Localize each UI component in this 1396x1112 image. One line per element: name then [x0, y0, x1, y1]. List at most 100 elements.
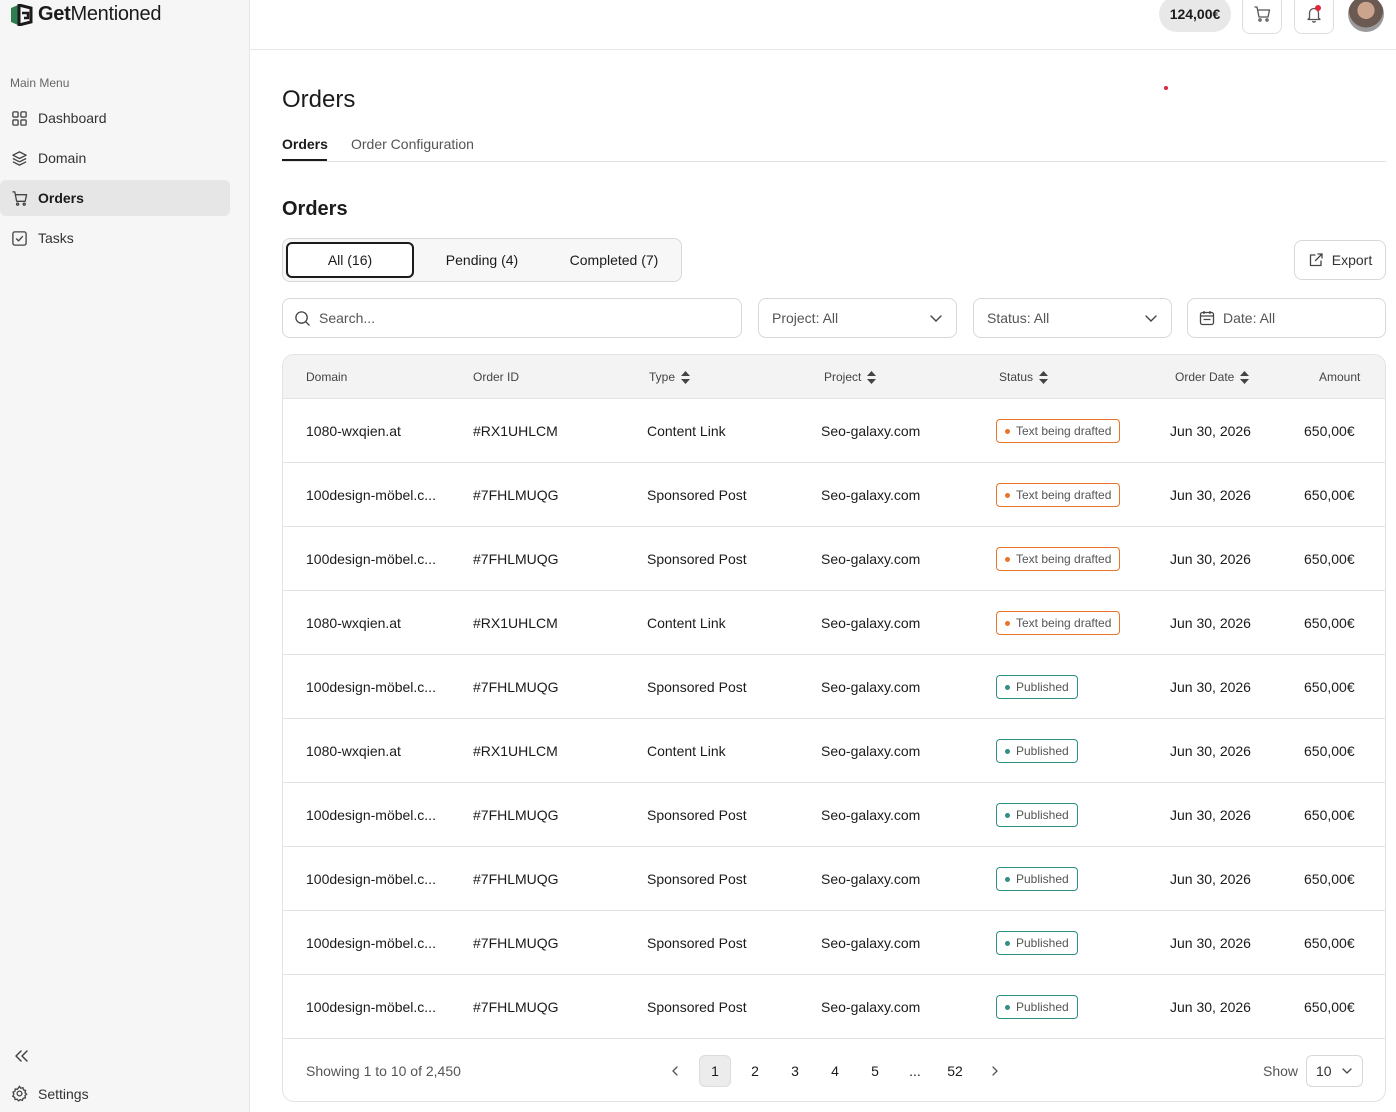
- cell-project: Seo-galaxy.com: [821, 807, 921, 823]
- table-header: Domain Order ID Type Project Status Orde…: [283, 355, 1385, 399]
- segment-pending[interactable]: Pending (4): [417, 242, 547, 278]
- cell-order-id: #7FHLMUQG: [473, 871, 559, 887]
- chevron-left-icon: [672, 1066, 678, 1076]
- table-row[interactable]: 100design-möbel.c... #7FHLMUQG Sponsored P…: [283, 847, 1385, 911]
- next-page-button[interactable]: [979, 1055, 1011, 1087]
- export-label: Export: [1331, 252, 1373, 268]
- cell-domain: 100design-möbel.c...: [306, 487, 436, 503]
- cell-amount: 650,00€: [1304, 743, 1355, 759]
- page-button-1[interactable]: 1: [699, 1055, 731, 1087]
- segment-all[interactable]: All (16): [286, 242, 414, 278]
- cell-project: Seo-galaxy.com: [821, 999, 921, 1015]
- page-size-select[interactable]: 10: [1306, 1055, 1363, 1087]
- cell-type: Sponsored Post: [647, 935, 747, 951]
- cell-order-date: Jun 30, 2026: [1170, 999, 1251, 1015]
- brand-logo[interactable]: GetMentioned: [8, 3, 161, 26]
- sidebar-item-dashboard[interactable]: Dashboard: [0, 100, 230, 136]
- date-filter[interactable]: Date: All: [1187, 298, 1386, 338]
- status-dot: [1005, 812, 1010, 818]
- column-amount[interactable]: Amount: [1319, 370, 1360, 384]
- cell-order-id: #RX1UHLCM: [473, 615, 558, 631]
- table-row[interactable]: 100design-möbel.c... #7FHLMUQG Sponsored P…: [283, 463, 1385, 527]
- status-segmented-control: All (16) Pending (4) Completed (7): [282, 238, 682, 282]
- sidebar-item-settings[interactable]: Settings: [11, 1085, 89, 1102]
- sidebar-item-orders[interactable]: Orders: [0, 180, 230, 216]
- status-badge: Text being drafted: [996, 483, 1121, 507]
- table-row[interactable]: 1080-wxqien.at #RX1UHLCM Content Link Seo-g…: [283, 591, 1385, 655]
- cell-order-date: Jun 30, 2026: [1170, 551, 1251, 567]
- cell-order-date: Jun 30, 2026: [1170, 743, 1251, 759]
- tab-order-configuration[interactable]: Order Configuration: [351, 136, 474, 152]
- balance-badge[interactable]: 124,00€: [1159, 0, 1231, 32]
- page-title: Orders: [282, 86, 356, 113]
- status-label: Published: [1016, 1000, 1069, 1014]
- page-ellipsis: ...: [909, 1063, 921, 1079]
- page-button-5[interactable]: 5: [859, 1055, 891, 1087]
- table-row[interactable]: 100design-möbel.c... #7FHLMUQG Sponsored P…: [283, 527, 1385, 591]
- status-label: Published: [1016, 808, 1069, 822]
- cell-project: Seo-galaxy.com: [821, 551, 921, 567]
- cell-order-id: #7FHLMUQG: [473, 935, 559, 951]
- user-avatar[interactable]: [1348, 0, 1384, 32]
- table-row[interactable]: 100design-möbel.c... #7FHLMUQG Sponsored P…: [283, 655, 1385, 719]
- export-button[interactable]: Export: [1294, 240, 1386, 280]
- chevron-down-icon: [1342, 1068, 1352, 1074]
- cell-order-date: Jun 30, 2026: [1170, 871, 1251, 887]
- collapse-sidebar-icon[interactable]: [12, 1047, 30, 1065]
- project-filter[interactable]: Project: All: [758, 298, 957, 338]
- column-type[interactable]: Type: [649, 370, 691, 384]
- cell-domain: 1080-wxqien.at: [306, 423, 401, 439]
- cell-project: Seo-galaxy.com: [821, 487, 921, 503]
- status-label: Text being drafted: [1016, 616, 1112, 630]
- table-row[interactable]: 1080-wxqien.at #RX1UHLCM Content Link Seo-g…: [283, 719, 1385, 783]
- sidebar-item-tasks[interactable]: Tasks: [0, 220, 230, 256]
- cell-project: Seo-galaxy.com: [821, 615, 921, 631]
- cell-order-date: Jun 30, 2026: [1170, 935, 1251, 951]
- column-order-id[interactable]: Order ID: [473, 370, 519, 384]
- cell-type: Content Link: [647, 615, 726, 631]
- prev-page-button[interactable]: [659, 1055, 691, 1087]
- cell-domain: 100design-möbel.c...: [306, 679, 436, 695]
- status-filter[interactable]: Status: All: [973, 298, 1172, 338]
- status-label: Published: [1016, 744, 1069, 758]
- pagination: 1 2 3 4 5 ... 52: [659, 1055, 1019, 1087]
- page-tabs: Orders Order Configuration: [282, 134, 1386, 162]
- segment-completed[interactable]: Completed (7): [549, 242, 679, 278]
- tab-orders[interactable]: Orders: [282, 136, 328, 152]
- table-row[interactable]: 100design-möbel.c... #7FHLMUQG Sponsored P…: [283, 911, 1385, 975]
- column-status[interactable]: Status: [999, 370, 1049, 384]
- cell-order-date: Jun 30, 2026: [1170, 807, 1251, 823]
- table-row[interactable]: 1080-wxqien.at #RX1UHLCM Content Link Seo-g…: [283, 399, 1385, 463]
- cell-type: Content Link: [647, 743, 726, 759]
- cart-button[interactable]: [1242, 0, 1282, 34]
- sidebar-item-label: Tasks: [38, 230, 74, 246]
- column-project[interactable]: Project: [824, 370, 877, 384]
- table-row[interactable]: 100design-möbel.c... #7FHLMUQG Sponsored P…: [283, 783, 1385, 847]
- cell-amount: 650,00€: [1304, 423, 1355, 439]
- sort-icon: [867, 370, 877, 384]
- cell-domain: 100design-möbel.c...: [306, 807, 436, 823]
- status-badge: Published: [996, 867, 1078, 891]
- page-button-2[interactable]: 2: [739, 1055, 771, 1087]
- cell-type: Sponsored Post: [647, 999, 747, 1015]
- external-link-icon: [1309, 253, 1323, 267]
- table-row[interactable]: 100design-möbel.c... #7FHLMUQG Sponsored P…: [283, 975, 1385, 1039]
- cart-icon: [12, 190, 28, 206]
- sidebar-item-domain[interactable]: Domain: [0, 140, 230, 176]
- notifications-button[interactable]: [1294, 0, 1334, 34]
- layers-icon: [12, 150, 27, 166]
- cell-order-id: #RX1UHLCM: [473, 743, 558, 759]
- page-button-3[interactable]: 3: [779, 1055, 811, 1087]
- active-tab-indicator: [282, 159, 327, 161]
- column-domain[interactable]: Domain: [306, 370, 347, 384]
- page-button-4[interactable]: 4: [819, 1055, 851, 1087]
- notification-dot: [1315, 5, 1321, 11]
- page-button-52[interactable]: 52: [939, 1055, 971, 1087]
- page-size-label: Show: [1263, 1063, 1299, 1079]
- cell-amount: 650,00€: [1304, 871, 1355, 887]
- status-dot: [1005, 748, 1010, 754]
- column-order-date[interactable]: Order Date: [1175, 370, 1250, 384]
- search-input[interactable]: [319, 310, 719, 326]
- status-badge: Text being drafted: [996, 611, 1121, 635]
- status-badge: Text being drafted: [996, 547, 1121, 571]
